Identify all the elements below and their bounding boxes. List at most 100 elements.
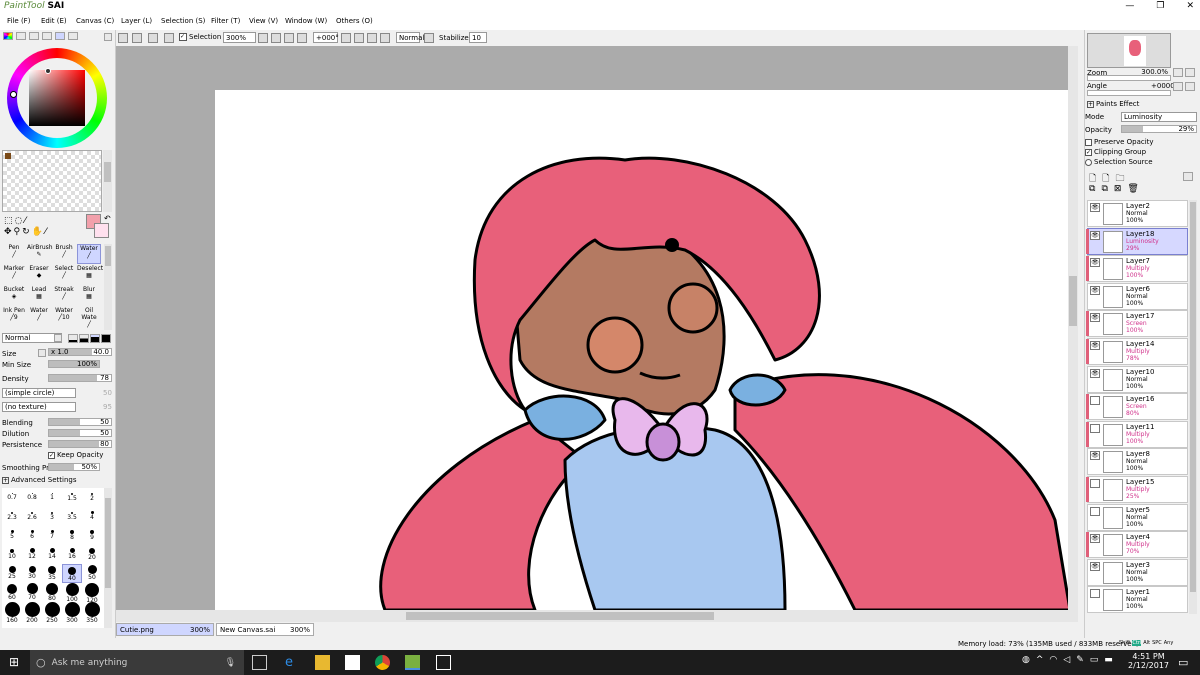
edge-soft-icon[interactable] (68, 334, 78, 343)
menu-view[interactable]: View (V) (249, 17, 278, 25)
layer-visibility-eye-icon[interactable] (1090, 589, 1100, 599)
tool-streak[interactable]: Streak ╱ (52, 286, 76, 306)
nav-zoom-slider[interactable]: 300.0% (1087, 68, 1171, 81)
selection-checkbox-icon[interactable]: ✓ (179, 33, 187, 41)
tool-eraser[interactable]: Eraser ◆ (27, 265, 51, 285)
brush-size-cell[interactable]: 2 (82, 488, 102, 507)
brush-shape-select[interactable]: (simple circle) (2, 388, 76, 398)
tool-oil-water[interactable]: Oil Wate ╱ (77, 307, 101, 328)
hand-icon[interactable]: ✋ (32, 227, 45, 237)
layer-item[interactable]: 👁 Layer17 Screen 100% (1086, 310, 1188, 338)
selection-toggle[interactable]: ✓ Selection (179, 33, 221, 41)
scratch-swatch[interactable] (5, 153, 11, 159)
layer-mode-select[interactable]: Luminosity (1121, 112, 1197, 122)
menu-file[interactable]: File (F) (7, 17, 30, 25)
brush-size-cell[interactable]: 5 (2, 526, 22, 545)
canvas-horizontal-scrollbar[interactable] (116, 610, 1078, 622)
hsv-slider-tab-icon[interactable] (29, 32, 39, 40)
lasso-icon[interactable]: ◌ (15, 216, 25, 226)
rotation-field[interactable]: +000° (313, 32, 339, 43)
tool-water-2[interactable]: Water ╱ (27, 307, 51, 327)
layer-item[interactable]: 👁 Layer10 Normal 100% (1087, 365, 1188, 393)
brush-size-cell[interactable]: 16 (62, 545, 82, 564)
notifications-icon[interactable]: ▭ (1178, 656, 1188, 669)
layer-item[interactable]: 👁 Layer4 Multiply 70% (1086, 531, 1188, 559)
brush-texture-select[interactable]: (no texture) (2, 402, 76, 412)
magic-wand-icon[interactable]: ⁄ (24, 216, 28, 226)
cortana-search[interactable]: ○ Ask me anything 🎙 (30, 650, 244, 675)
layer-panel-menu-icon[interactable] (1183, 172, 1193, 181)
brush-size-cell[interactable]: 3 (42, 507, 62, 526)
tool-deselect[interactable]: Deselect ▦ (77, 265, 103, 285)
brush-size-cell[interactable]: 25 (2, 564, 22, 583)
close-button[interactable]: ✕ (1186, 1, 1194, 11)
tool-marker[interactable]: Marker ╱ (2, 265, 26, 285)
tool-pen[interactable]: Pen ╱ (2, 244, 26, 264)
edge-hard-icon[interactable] (90, 334, 100, 343)
color-scratchpad[interactable] (2, 150, 102, 212)
clear-layer-icon[interactable]: ⊠ (1114, 184, 1122, 194)
edge-sharp-icon[interactable] (101, 334, 111, 343)
layer-visibility-eye-icon[interactable]: 👁 (1090, 341, 1100, 350)
brush-size-cell[interactable]: 10 (2, 545, 22, 564)
layer-visibility-eye-icon[interactable] (1090, 396, 1100, 406)
rotate-right-icon[interactable] (354, 33, 364, 43)
zoom-field[interactable]: 300% (223, 32, 256, 43)
brush-size-cell[interactable]: 50 (82, 564, 102, 583)
scratchpad-tab-icon[interactable] (55, 32, 65, 40)
nav-zoom-out-icon[interactable] (1173, 68, 1183, 77)
mode-toggle-icon[interactable] (424, 33, 434, 43)
smoothing-slider[interactable]: 50% (48, 463, 100, 471)
zoom-reset-icon[interactable] (297, 33, 307, 43)
paints-effect-expand-icon[interactable]: + (1087, 100, 1094, 108)
selection-source-radio-icon[interactable] (1085, 158, 1092, 166)
layer-item[interactable]: 👁 Layer6 Normal 100% (1087, 282, 1188, 310)
brush-size-cell[interactable]: 9 (82, 526, 102, 545)
keep-opacity-toggle[interactable]: ✓ Keep Opacity (48, 451, 103, 459)
rotate-left-icon[interactable] (341, 33, 351, 43)
select-all-icon[interactable] (164, 33, 174, 43)
expand-icon[interactable]: + (2, 476, 9, 484)
canvas-vertical-scrollbar[interactable] (1068, 46, 1078, 610)
paint-tool-sai-taskbar-icon[interactable] (405, 655, 420, 670)
brush-size-cell[interactable]: 1 (42, 488, 62, 507)
navigator-preview[interactable] (1087, 33, 1171, 68)
volume-icon[interactable]: ◁ (1063, 655, 1070, 665)
chrome-icon[interactable] (375, 655, 390, 670)
app-taskbar-icon[interactable] (436, 655, 451, 670)
canvas-vscroll-thumb[interactable] (1069, 276, 1077, 326)
secondary-color-swatch[interactable] (94, 223, 109, 238)
brush-size-cell[interactable]: 300 (62, 602, 82, 624)
brush-size-cell[interactable]: 80 (42, 583, 62, 602)
merge-down-icon[interactable]: ⧉ (1101, 184, 1107, 194)
zoom-tool-icon[interactable]: ⚲ (14, 227, 23, 237)
size-multiplier-icon[interactable] (38, 349, 46, 357)
layer-item[interactable]: 👁 Layer3 Normal 100% (1087, 558, 1188, 586)
brush-grid-scroll-thumb[interactable] (105, 498, 111, 588)
show-hidden-icons[interactable]: ^ (1036, 655, 1044, 665)
stabilizer-field[interactable]: 10 (469, 32, 487, 43)
menu-others[interactable]: Others (O) (336, 17, 373, 25)
layer-visibility-eye-icon[interactable]: 👁 (1090, 285, 1100, 295)
tab-new-canvas[interactable]: New Canvas.sai 300% (216, 623, 314, 636)
persistence-slider[interactable]: 80 (48, 440, 112, 448)
menu-edit[interactable]: Edit (E) (41, 17, 67, 25)
brush-size-cell[interactable]: 160 (2, 602, 22, 624)
layer-visibility-eye-icon[interactable] (1090, 423, 1100, 433)
firefox-tray-icon[interactable]: ◍ (1022, 655, 1030, 665)
tool-water-3[interactable]: Water ╱10 (52, 307, 76, 327)
brush-size-cell[interactable]: 1.5 (62, 488, 82, 507)
menu-canvas[interactable]: Canvas (C) (76, 17, 114, 25)
canvas-hscroll-thumb[interactable] (406, 612, 714, 620)
layer-visibility-eye-icon[interactable] (1090, 479, 1100, 488)
blend-dropdown-icon[interactable] (54, 334, 62, 342)
menu-filter[interactable]: Filter (T) (211, 17, 240, 25)
tool-water[interactable]: Water ╱ (77, 244, 101, 264)
brush-size-cell[interactable]: 40 (62, 564, 82, 583)
tool-blur[interactable]: Blur ▦ (77, 286, 101, 306)
brush-size-cell[interactable]: 7 (42, 526, 62, 545)
layer-item[interactable]: Layer15 Multiply 25% (1086, 476, 1188, 503)
tool-bucket[interactable]: Bucket ◈ (2, 286, 26, 306)
brush-grid-scrollbar[interactable] (104, 488, 112, 628)
rgb-slider-tab-icon[interactable] (16, 32, 26, 40)
